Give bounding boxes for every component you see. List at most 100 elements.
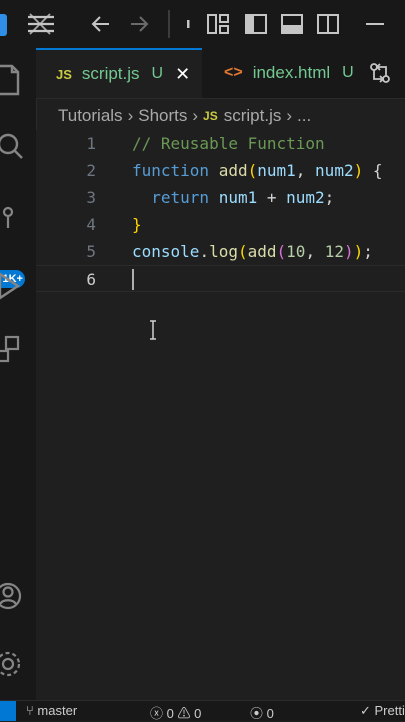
code-line[interactable]: 5 console.log(add(10, 12)); bbox=[36, 238, 405, 265]
branch-name: master bbox=[37, 703, 78, 718]
code-token: ) bbox=[343, 242, 354, 261]
javascript-file-icon: JS bbox=[56, 66, 72, 82]
code-token: function bbox=[132, 161, 210, 180]
accounts-icon[interactable] bbox=[0, 576, 30, 616]
line-number: 3 bbox=[86, 188, 96, 207]
line-number: 2 bbox=[86, 161, 96, 180]
command-center-icon[interactable] bbox=[184, 10, 192, 45]
code-token: log bbox=[209, 242, 238, 261]
text-cursor-icon bbox=[148, 320, 158, 345]
error-count: 0 bbox=[166, 706, 174, 721]
untracked-status: U bbox=[342, 64, 354, 81]
compare-changes-icon[interactable] bbox=[369, 62, 391, 89]
code-token: ) bbox=[353, 161, 364, 180]
code-token: // Reusable Function bbox=[132, 134, 325, 153]
activity-bar: 1K+ bbox=[0, 48, 37, 700]
tab-label: index.html bbox=[252, 63, 331, 82]
tab-script-js[interactable]: JS script.js U ✕ bbox=[36, 48, 202, 98]
prettier-status[interactable]: ✓ Prettier bbox=[360, 703, 405, 719]
line-number: 5 bbox=[86, 242, 96, 261]
untracked-status: U bbox=[151, 65, 164, 82]
code-token: return bbox=[151, 188, 210, 207]
branch-status[interactable]: ⑂ master bbox=[26, 703, 77, 718]
ports-count: 0 bbox=[266, 706, 274, 721]
code-token: num1 bbox=[218, 188, 258, 207]
code-token: add bbox=[247, 242, 277, 261]
toggle-sidebar-icon[interactable] bbox=[244, 10, 268, 45]
code-line[interactable]: 4} bbox=[36, 211, 405, 238]
forward-arrow-icon[interactable] bbox=[126, 10, 152, 45]
code-text: function add(num1, num2) { bbox=[132, 157, 382, 184]
code-token: { bbox=[363, 161, 383, 180]
code-editor[interactable]: 1// Reusable Function 2 function add(num1,… bbox=[36, 130, 405, 700]
explorer-icon[interactable] bbox=[0, 60, 30, 100]
code-token: ; bbox=[324, 188, 335, 207]
settings-gear-icon[interactable] bbox=[0, 644, 30, 684]
code-token: , bbox=[305, 242, 325, 261]
toggle-secondary-sidebar-icon[interactable] bbox=[316, 10, 340, 45]
code-token: ( bbox=[247, 161, 258, 180]
code-token: ( bbox=[237, 242, 248, 261]
title-bar bbox=[0, 0, 405, 48]
vscode-logo-icon bbox=[0, 14, 7, 36]
code-token: + bbox=[257, 188, 287, 207]
line-number: 1 bbox=[86, 134, 96, 153]
code-token: add bbox=[218, 161, 248, 180]
title-bar-divider bbox=[168, 10, 170, 38]
back-arrow-icon[interactable] bbox=[88, 10, 114, 45]
run-debug-icon[interactable] bbox=[0, 266, 30, 306]
status-bar: ⑂ master ⓧ 0 ⚠ 0 ⦿ 0 ✓ Prettier bbox=[0, 700, 405, 721]
code-token: , bbox=[295, 161, 316, 180]
code-token: ) bbox=[353, 242, 364, 261]
code-token: 10 bbox=[286, 242, 306, 261]
code-token: ( bbox=[276, 242, 287, 261]
code-text: return num1 + num2; bbox=[132, 184, 334, 211]
problems-status[interactable]: ⓧ 0 ⚠ 0 bbox=[150, 703, 201, 722]
code-text: // Reusable Function bbox=[132, 130, 325, 157]
layout-panels-icon[interactable] bbox=[206, 10, 230, 45]
warning-count: 0 bbox=[194, 706, 202, 721]
extensions-icon[interactable] bbox=[0, 333, 30, 373]
code-line[interactable]: 6 bbox=[36, 265, 405, 292]
chevron-right-icon: › bbox=[127, 106, 134, 125]
line-number: 6 bbox=[86, 270, 96, 289]
close-icon[interactable]: ✕ bbox=[175, 64, 190, 85]
breadcrumb-folder-shorts[interactable]: Shorts bbox=[138, 106, 187, 126]
javascript-file-icon: JS bbox=[203, 109, 218, 123]
chevron-right-icon: › bbox=[286, 106, 293, 125]
code-token: 12 bbox=[324, 242, 344, 261]
remote-indicator-icon[interactable] bbox=[0, 701, 16, 721]
source-control-icon[interactable] bbox=[0, 198, 30, 238]
code-token: num2 bbox=[315, 161, 354, 180]
menu-icon[interactable] bbox=[24, 10, 58, 45]
search-icon[interactable] bbox=[0, 126, 30, 166]
tab-label: script.js bbox=[81, 64, 140, 83]
code-token: num1 bbox=[257, 161, 296, 180]
code-line[interactable]: 2 function add(num1, num2) { bbox=[36, 157, 405, 184]
code-token: num2 bbox=[286, 188, 325, 207]
code-line[interactable]: 3 return num1 + num2; bbox=[36, 184, 405, 211]
ports-status[interactable]: ⦿ 0 bbox=[250, 703, 274, 722]
breadcrumb-file[interactable]: script.js bbox=[224, 106, 282, 126]
minimize-window-icon[interactable] bbox=[362, 10, 388, 45]
breadcrumb: Tutorials › Shorts › JS script.js › ... bbox=[58, 104, 311, 128]
breadcrumb-more[interactable]: ... bbox=[297, 106, 311, 126]
tab-index-html[interactable]: <> index.html U bbox=[206, 48, 362, 98]
line-number: 4 bbox=[86, 215, 96, 234]
code-token: console bbox=[132, 242, 200, 261]
formatter-name: Prettier bbox=[374, 703, 405, 718]
code-token: } bbox=[132, 215, 142, 234]
code-line[interactable]: 1 // Reusable Function bbox=[36, 130, 405, 157]
chevron-right-icon: › bbox=[192, 106, 199, 125]
toggle-panel-icon[interactable] bbox=[280, 10, 304, 45]
code-token: ; bbox=[363, 242, 373, 261]
code-text: } bbox=[132, 211, 142, 238]
editor-tab-bar: JS script.js U ✕ <> index.html U bbox=[36, 48, 405, 99]
text-caret bbox=[132, 269, 134, 290]
breadcrumb-folder-tutorials[interactable]: Tutorials bbox=[58, 106, 123, 126]
html-file-icon: <> bbox=[224, 64, 243, 81]
code-token: . bbox=[199, 242, 210, 261]
